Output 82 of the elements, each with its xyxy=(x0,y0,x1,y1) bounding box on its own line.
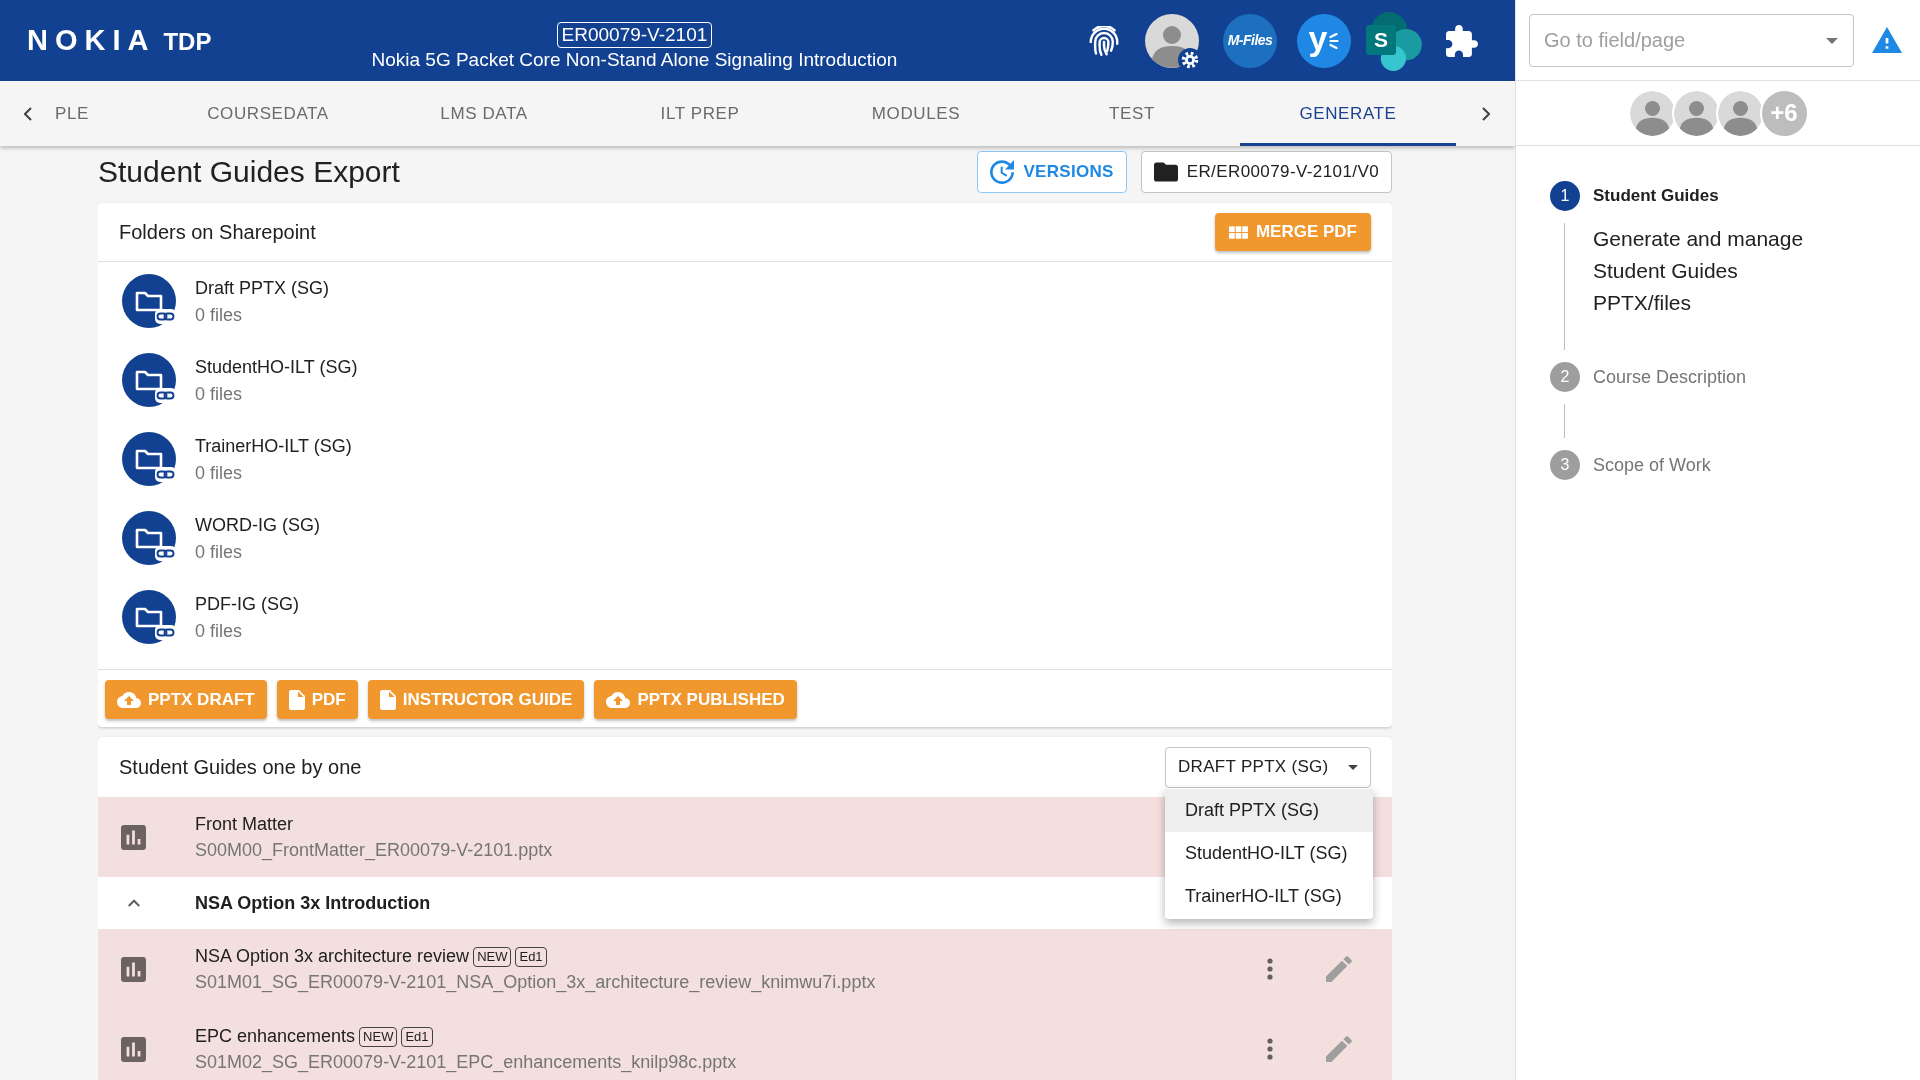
guide-title: Front Matter xyxy=(195,813,294,836)
chevron-up-icon[interactable] xyxy=(128,899,140,907)
chevron-right-icon xyxy=(1481,106,1490,121)
cloud-upload-icon xyxy=(606,691,631,708)
bar-chart-icon xyxy=(121,824,146,850)
brand-logo: NOKIA xyxy=(27,26,156,55)
step-title[interactable]: Student Guides xyxy=(1593,183,1719,209)
course-title: Nokia 5G Packet Core Non-Stand Alone Signaling Introduction xyxy=(371,47,898,72)
warning-icon[interactable] xyxy=(1872,27,1902,53)
grid-icon xyxy=(1228,225,1248,239)
step-title[interactable]: Scope of Work xyxy=(1593,451,1711,479)
shared-folder-icon[interactable] xyxy=(122,352,178,409)
guide-row[interactable]: NSA Option 3x architecture review NEW Ed1 S01M01_SG_ER00079-V-2101_NSA_Option_3x_architecture_review_knimwu7i.pptx xyxy=(98,929,1392,1009)
folder-name[interactable]: Draft PPTX (SG) xyxy=(195,274,329,302)
shared-folder-icon[interactable] xyxy=(122,589,178,646)
caret-down-icon xyxy=(1348,764,1358,770)
menu-option[interactable]: StudentHO-ILT (SG) xyxy=(1165,832,1373,875)
guide-title: EPC enhancements xyxy=(195,1025,356,1048)
file-count: 0 files xyxy=(195,619,244,643)
tag: NEW xyxy=(359,1026,398,1047)
shared-folder-icon[interactable] xyxy=(122,273,178,330)
file-count: 0 files xyxy=(195,461,244,485)
file-count: 0 files xyxy=(195,540,244,564)
bar-chart-icon xyxy=(121,956,146,982)
folder-icon xyxy=(1153,162,1178,182)
step-connector xyxy=(1564,404,1565,438)
app-shortcut[interactable]: S xyxy=(1366,10,1426,71)
page-title: Student Guides Export xyxy=(98,157,400,187)
step-description: Generate and manage Student Guides PPTX/files xyxy=(1593,226,1805,316)
tab[interactable]: GENERATE xyxy=(1240,81,1456,146)
guide-title: NSA Option 3x architecture review xyxy=(195,945,470,968)
chevron-left-icon xyxy=(23,106,32,121)
goto-field[interactable]: Go to field/page xyxy=(1529,13,1854,67)
step-number[interactable]: 2 xyxy=(1550,362,1580,392)
card-title: Folders on Sharepoint xyxy=(119,220,316,245)
bar-chart-icon xyxy=(121,1036,146,1062)
file-name: S01M01_SG_ER00079-V-2101_NSA_Option_3x_architecture_review_knimwu7i.pptx xyxy=(195,971,876,995)
product-name: TDP xyxy=(163,30,212,54)
caret-down-icon[interactable] xyxy=(1826,37,1838,44)
shared-folder-icon[interactable] xyxy=(122,510,178,567)
puzzle-icon[interactable] xyxy=(1446,24,1478,57)
rays-icon xyxy=(1329,32,1340,49)
three-dots-icon[interactable] xyxy=(1267,1038,1273,1060)
folder-dropdown[interactable]: DRAFT PPTX (SG) xyxy=(1165,746,1371,788)
cloud-upload-icon xyxy=(117,691,141,708)
tag: Ed1 xyxy=(515,946,547,967)
tab[interactable]: TEST xyxy=(1024,81,1240,146)
file-count: 0 files xyxy=(195,382,244,406)
document-icon xyxy=(288,689,305,710)
step-title[interactable]: Course Description xyxy=(1593,363,1747,391)
tab[interactable]: PLE xyxy=(55,81,160,146)
versions-button[interactable]: VERSIONS xyxy=(977,151,1127,193)
folder-name[interactable]: WORD-IG (SG) xyxy=(195,511,320,539)
step-number[interactable]: 3 xyxy=(1550,450,1580,480)
fingerprint-icon[interactable] xyxy=(1089,25,1119,56)
guide-row[interactable]: EPC enhancements NEW Ed1 S01M02_SG_ER00079-V-2101_EPC_enhancements_knilp98c.pptx xyxy=(98,1009,1392,1080)
shared-folder-icon[interactable] xyxy=(122,431,178,488)
file-name: S01M02_SG_ER00079-V-2101_EPC_enhancements_knilp98c.pptx xyxy=(195,1051,737,1075)
settings-icon[interactable] xyxy=(1178,47,1202,72)
group-title: NSA Option 3x Introduction xyxy=(195,891,431,915)
card-title: Student Guides one by one xyxy=(119,755,362,780)
menu-option[interactable]: TrainerHO-ILT (SG) xyxy=(1165,875,1373,918)
folder-name[interactable]: TrainerHO-ILT (SG) xyxy=(195,432,352,460)
path-button[interactable]: ER/ER00079-V-2101/V0 xyxy=(1140,151,1392,193)
app-shortcut[interactable]: y xyxy=(1297,13,1351,68)
app-shortcut[interactable]: M-Files xyxy=(1223,13,1277,68)
folder-name[interactable]: StudentHO-ILT (SG) xyxy=(195,353,358,381)
file-name: S00M00_FrontMatter_ER00079-V-2101.pptx xyxy=(195,839,553,863)
history-icon xyxy=(990,160,1015,184)
step-number[interactable]: 1 xyxy=(1550,181,1580,211)
menu-option[interactable]: Draft PPTX (SG) xyxy=(1165,789,1373,832)
tab[interactable]: COURSEDATA xyxy=(160,81,376,146)
folder-name[interactable]: PDF-IG (SG) xyxy=(195,590,299,618)
document-icon xyxy=(379,689,396,710)
tag: Ed1 xyxy=(401,1026,433,1047)
tab[interactable]: MODULES xyxy=(808,81,1024,146)
tab[interactable]: ILT PREP xyxy=(592,81,808,146)
file-count: 0 files xyxy=(195,303,244,327)
three-dots-icon[interactable] xyxy=(1267,958,1273,980)
tag: NEW xyxy=(473,946,512,967)
tab[interactable]: LMS DATA xyxy=(376,81,592,146)
course-code: ER00079-V-2101 xyxy=(556,21,713,48)
